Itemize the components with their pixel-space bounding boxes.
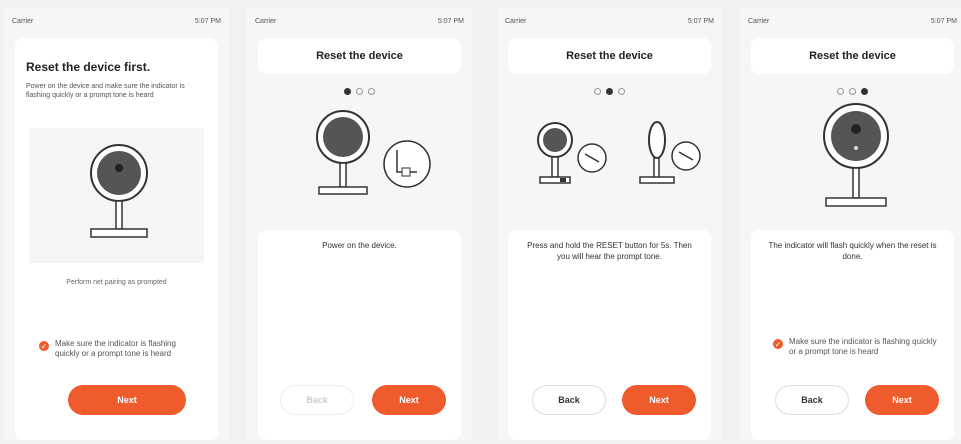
illustration-area (29, 128, 204, 263)
step-dot (861, 88, 868, 95)
page-title: Reset the device (566, 50, 653, 62)
step-caption: The indicator will flash quickly when th… (768, 241, 937, 261)
step-dot (837, 88, 844, 95)
step-caption: Press and hold the RESET button for 5s. … (527, 241, 692, 261)
checkbox-label: Make sure the indicator is flashing quic… (789, 337, 937, 356)
carrier-label: Carrier (12, 17, 34, 25)
caption-card: Press and hold the RESET button for 5s. … (508, 230, 711, 440)
confirm-checkbox-row[interactable]: ✓ Make sure the indicator is flashing qu… (773, 337, 943, 357)
step-dot (368, 88, 375, 95)
step-caption: Power on the device. (322, 241, 397, 250)
step-indicator (497, 88, 722, 95)
confirm-checkbox-row[interactable]: ✓ Make sure the indicator is flashing qu… (39, 339, 189, 359)
status-bar: Carrier 5:07 PM (4, 8, 229, 34)
status-bar: Carrier 5:07 PM (247, 8, 472, 34)
time-label: 5:07 PM (194, 17, 221, 25)
back-button[interactable]: Back (532, 385, 606, 415)
step-dot (618, 88, 625, 95)
page-title: Reset the device first. (26, 60, 151, 74)
step-dot (594, 88, 601, 95)
next-button[interactable]: Next (622, 385, 696, 415)
time-label: 5:07 PM (437, 17, 464, 25)
page-title: Reset the device (316, 50, 403, 62)
status-bar: Carrier 5:07 PM (740, 8, 961, 34)
camera-flashing-illustration (823, 103, 889, 207)
caption-card: Power on the device. Back Next (258, 230, 461, 440)
time-label: 5:07 PM (930, 17, 957, 25)
content-card: Reset the device first. Power on the dev… (15, 38, 218, 440)
back-button[interactable]: Back (280, 385, 354, 415)
caption-card: The indicator will flash quickly when th… (751, 230, 954, 440)
checkbox-label: Make sure the indicator is flashing quic… (55, 339, 176, 358)
back-button[interactable]: Back (775, 385, 849, 415)
next-button[interactable]: Next (372, 385, 446, 415)
screen-1: Carrier 5:07 PM Reset the device first. … (4, 8, 229, 440)
time-label: 5:07 PM (687, 17, 714, 25)
step-dot (356, 88, 363, 95)
description-text: Power on the device and make sure the in… (26, 83, 185, 99)
step-dot (849, 88, 856, 95)
carrier-label: Carrier (505, 17, 527, 25)
header-card: Reset the device (258, 38, 461, 74)
header-card: Reset the device (508, 38, 711, 74)
page-title: Reset the device (809, 50, 896, 62)
image-caption: Perform net pairing as prompted (66, 279, 167, 286)
next-button[interactable]: Next (865, 385, 939, 415)
camera-power-illustration (316, 110, 431, 195)
step-indicator (740, 88, 961, 95)
header-card: Reset the device (751, 38, 954, 74)
next-button[interactable]: Next (68, 385, 186, 415)
step-dot (606, 88, 613, 95)
screen-3: Carrier 5:07 PM Reset the device Press a… (497, 8, 722, 440)
reset-button-illustration (537, 121, 701, 184)
carrier-label: Carrier (255, 17, 277, 25)
step-indicator (247, 88, 472, 95)
carrier-label: Carrier (748, 17, 770, 25)
step-dot (344, 88, 351, 95)
camera-illustration (90, 144, 148, 238)
screen-2: Carrier 5:07 PM Reset the device Power o… (247, 8, 472, 440)
check-icon[interactable]: ✓ (773, 339, 783, 349)
check-icon[interactable]: ✓ (39, 341, 49, 351)
status-bar: Carrier 5:07 PM (497, 8, 722, 34)
screen-4: Carrier 5:07 PM Reset the device The ind… (740, 8, 961, 440)
